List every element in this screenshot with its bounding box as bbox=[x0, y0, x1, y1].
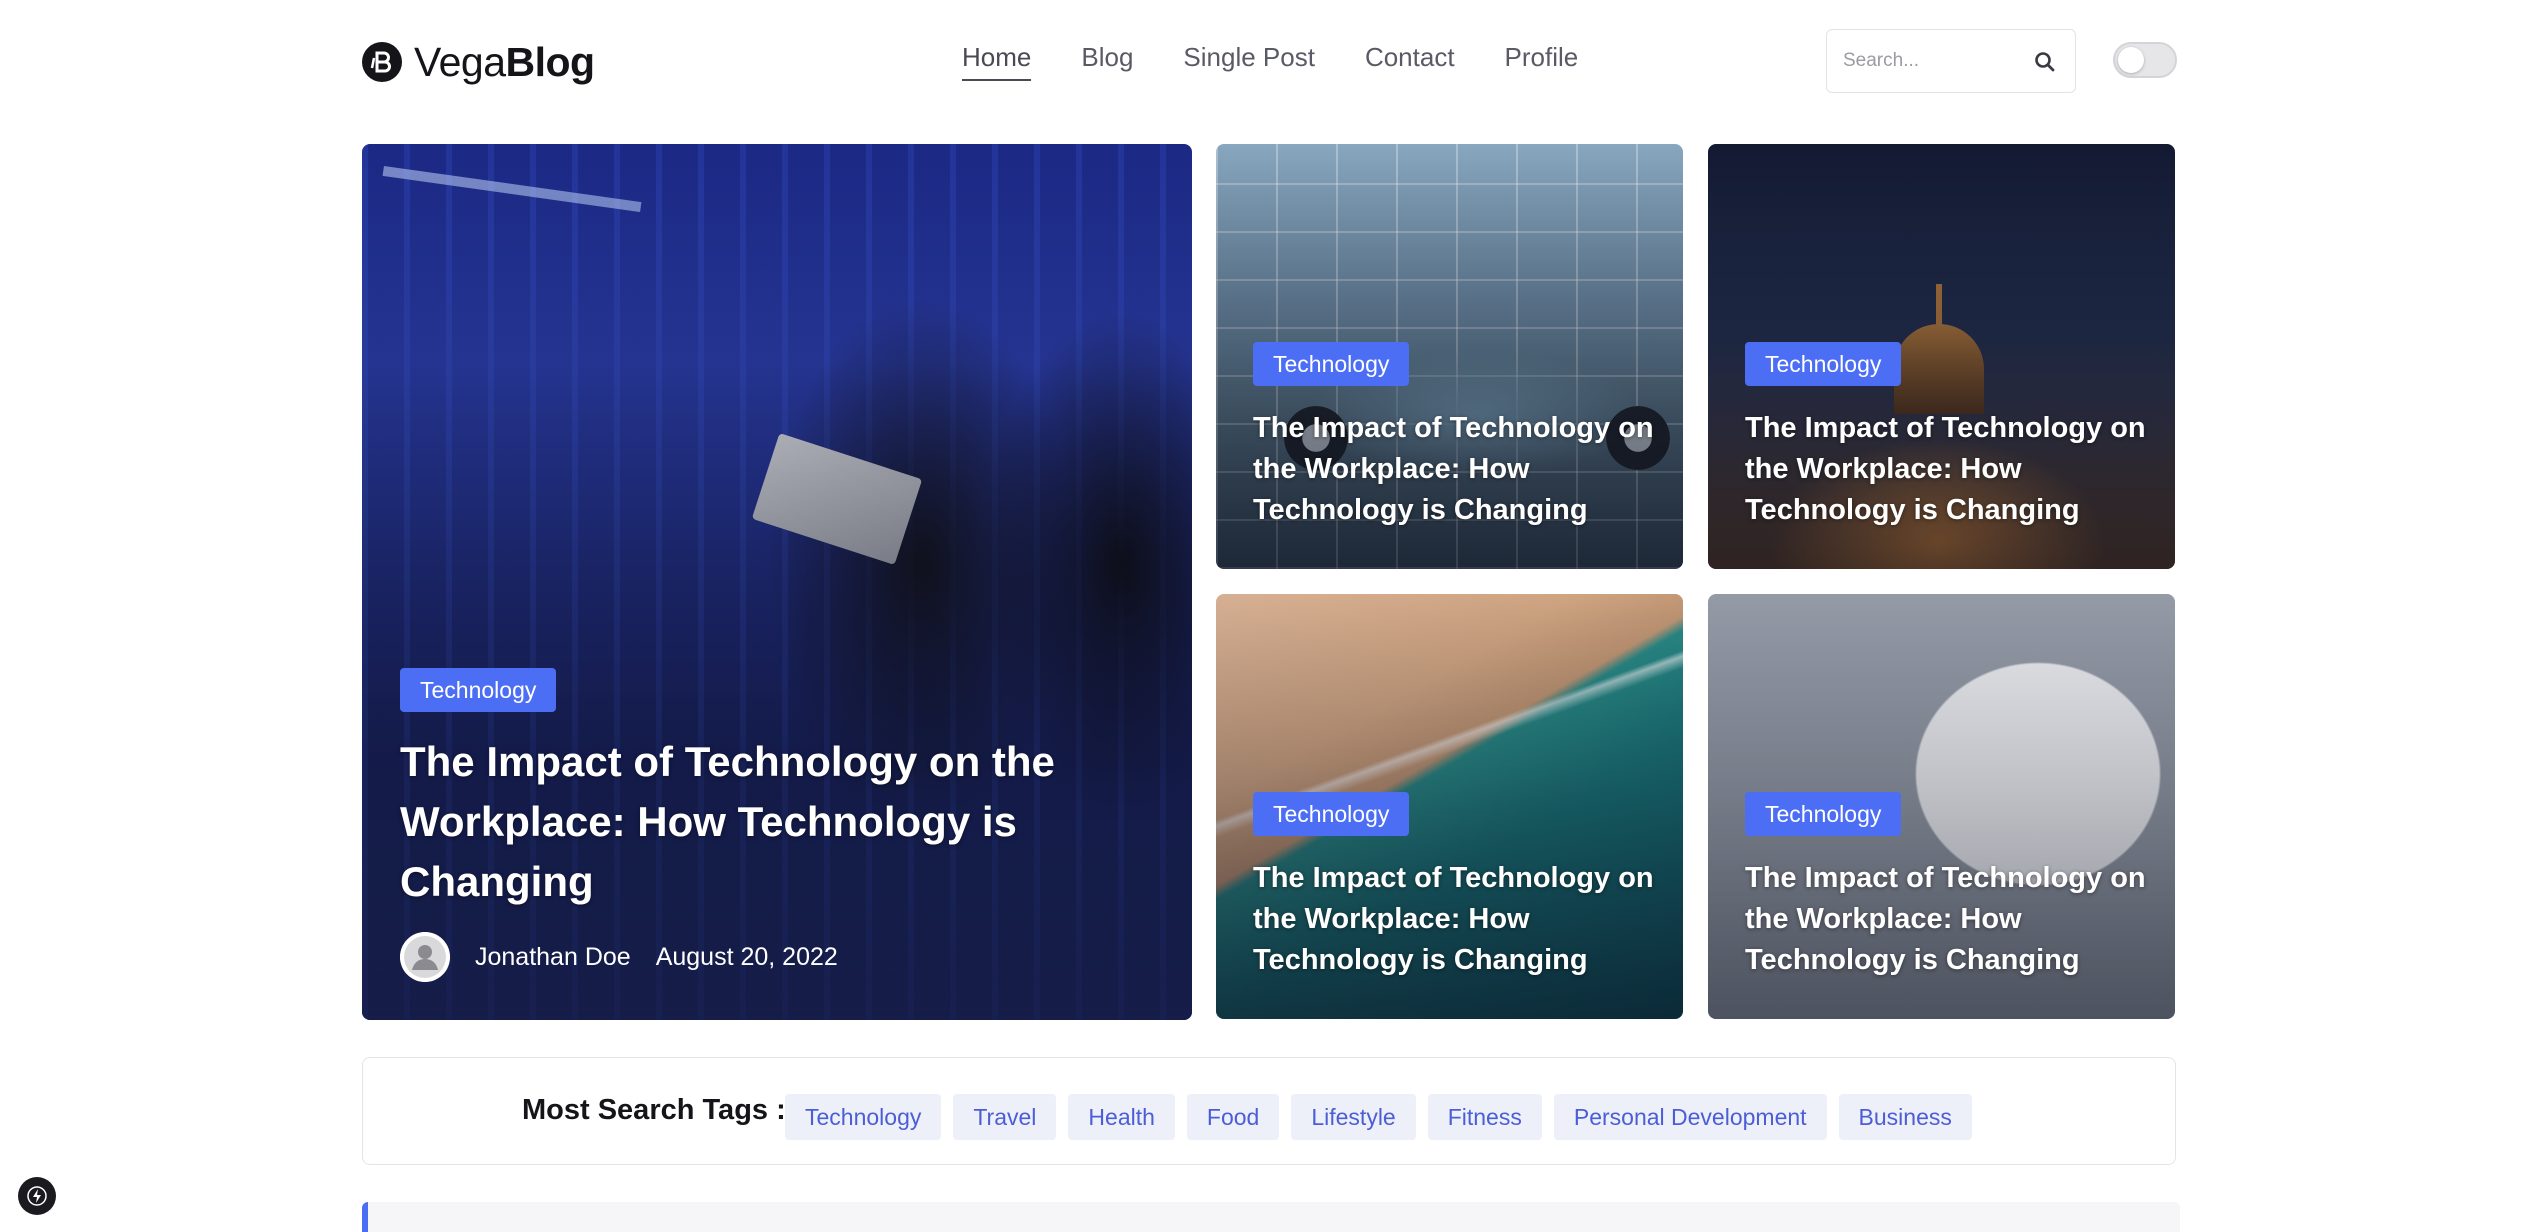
search-input[interactable] bbox=[1843, 30, 2033, 92]
tag-health[interactable]: Health bbox=[1068, 1094, 1175, 1140]
nav-contact[interactable]: Contact bbox=[1365, 42, 1455, 81]
nav-blog[interactable]: Blog bbox=[1081, 42, 1133, 81]
featured-post-title[interactable]: The Impact of Technology on the Workplac… bbox=[400, 732, 1120, 912]
nav-profile[interactable]: Profile bbox=[1505, 42, 1579, 81]
category-badge[interactable]: Technology bbox=[1745, 792, 1902, 836]
post-card[interactable]: Technology The Impact of Technology on t… bbox=[1216, 144, 1683, 569]
post-meta: Jonathan Doe August 20, 2022 bbox=[400, 932, 838, 982]
category-badge[interactable]: Technology bbox=[1253, 342, 1410, 386]
category-badge[interactable]: Technology bbox=[1253, 792, 1410, 836]
category-badge[interactable]: Technology bbox=[400, 668, 557, 712]
most-search-tags: Most Search Tags : Technology Travel Hea… bbox=[362, 1057, 2176, 1165]
tag-personal-development[interactable]: Personal Development bbox=[1553, 1094, 1827, 1140]
bolt-icon[interactable] bbox=[18, 1177, 56, 1215]
tag-lifestyle[interactable]: Lifestyle bbox=[1291, 1094, 1416, 1140]
tag-food[interactable]: Food bbox=[1186, 1094, 1280, 1140]
site-header: VegaBlog Home Blog Single Post Contact P… bbox=[0, 0, 2533, 122]
post-card[interactable]: Technology The Impact of Technology on t… bbox=[1708, 594, 2175, 1019]
brand-name-light: Vega bbox=[414, 38, 506, 85]
author-name[interactable]: Jonathan Doe bbox=[475, 943, 631, 972]
category-badge[interactable]: Technology bbox=[1745, 342, 1902, 386]
avatar[interactable] bbox=[400, 932, 450, 982]
next-section-top bbox=[362, 1202, 2180, 1232]
tag-list: Technology Travel Health Food Lifestyle … bbox=[785, 1094, 1972, 1140]
nav-home[interactable]: Home bbox=[962, 42, 1032, 81]
post-date: August 20, 2022 bbox=[655, 942, 838, 971]
brand-name-bold: Blog bbox=[505, 38, 596, 85]
post-title[interactable]: The Impact of Technology on the Workplac… bbox=[1745, 858, 2155, 981]
tag-business[interactable]: Business bbox=[1838, 1094, 1972, 1140]
theme-toggle[interactable] bbox=[2113, 42, 2177, 78]
tag-travel[interactable]: Travel bbox=[953, 1094, 1057, 1140]
b-logo-icon bbox=[362, 42, 402, 82]
post-title[interactable]: The Impact of Technology on the Workplac… bbox=[1253, 858, 1663, 981]
nav-single-post[interactable]: Single Post bbox=[1183, 42, 1315, 81]
tag-technology[interactable]: Technology bbox=[785, 1094, 942, 1140]
post-card[interactable]: Technology The Impact of Technology on t… bbox=[1216, 594, 1683, 1019]
toggle-knob bbox=[2118, 47, 2144, 73]
tag-fitness[interactable]: Fitness bbox=[1427, 1094, 1542, 1140]
post-title[interactable]: The Impact of Technology on the Workplac… bbox=[1745, 408, 2155, 531]
site-logo[interactable]: VegaBlog bbox=[362, 36, 595, 88]
search-box bbox=[1826, 29, 2076, 93]
post-card[interactable]: Technology The Impact of Technology on t… bbox=[1708, 144, 2175, 569]
post-title[interactable]: The Impact of Technology on the Workplac… bbox=[1253, 408, 1663, 531]
featured-post-card[interactable]: Technology The Impact of Technology on t… bbox=[362, 144, 1192, 1020]
brand-name: VegaBlog bbox=[414, 39, 595, 86]
tags-heading: Most Search Tags : bbox=[522, 1094, 786, 1126]
search-icon[interactable] bbox=[2033, 50, 2057, 74]
main-nav: Home Blog Single Post Contact Profile bbox=[962, 42, 1578, 81]
